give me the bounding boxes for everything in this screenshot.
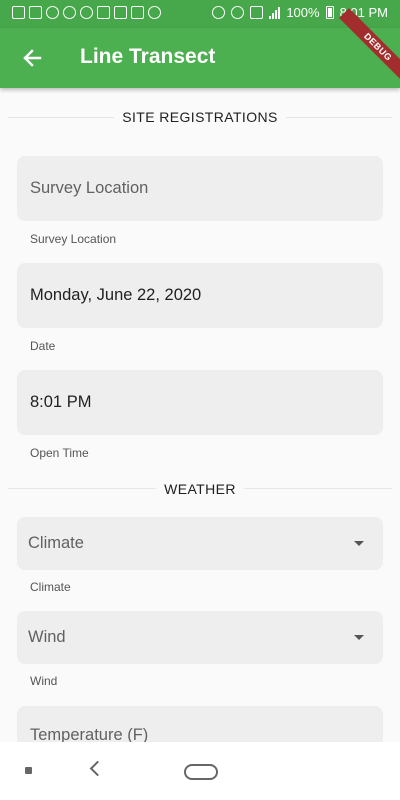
battery-percent: 100% [286, 5, 320, 20]
vowifi-icon [250, 6, 264, 19]
gallery-icon [12, 6, 25, 19]
climate-dropdown[interactable]: Climate [17, 517, 383, 570]
recents-icon[interactable] [25, 767, 32, 774]
section-title-site: SITE REGISTRATIONS [0, 109, 400, 125]
section-title-weather-text: WEATHER [156, 481, 244, 497]
system-nav-bar [0, 742, 400, 800]
system-status: 100% 8:01 PM [212, 5, 388, 20]
date-field[interactable]: Monday, June 22, 2020 [17, 263, 383, 328]
youtube-icon [97, 6, 110, 19]
dropdown-arrow-icon [354, 634, 364, 640]
wind-dropdown[interactable]: Wind [17, 611, 383, 664]
section-title-weather: WEATHER [0, 481, 400, 497]
open-time-helper: Open Time [30, 446, 89, 460]
open-time-value: 8:01 PM [30, 393, 92, 411]
section-title-site-text: SITE REGISTRATIONS [114, 109, 286, 125]
more-dots-icon [148, 6, 161, 19]
nav-back-icon[interactable] [89, 760, 106, 777]
sync-icon [63, 6, 76, 19]
b-icon [80, 6, 93, 19]
notification-icons [12, 6, 161, 19]
telegram-icon [29, 6, 42, 19]
arrow-back-icon [23, 49, 42, 67]
youtube-icon [131, 6, 144, 19]
page-title: Line Transect [80, 45, 216, 68]
date-value: Monday, June 22, 2020 [30, 286, 202, 304]
back-button[interactable] [16, 42, 48, 74]
alarm-icon [212, 6, 226, 19]
wind-placeholder: Wind [28, 628, 66, 646]
survey-location-helper: Survey Location [30, 232, 117, 246]
date-helper: Date [30, 339, 56, 353]
signal-icon [269, 6, 281, 19]
climate-placeholder: Climate [28, 534, 84, 552]
youtube-icon [114, 6, 127, 19]
survey-location-placeholder: Survey Location [30, 179, 149, 197]
battery-icon [325, 6, 334, 19]
open-time-field[interactable]: 8:01 PM [17, 370, 383, 435]
dropdown-arrow-icon [354, 540, 364, 546]
app-bar: Line Transect DEBUG [0, 8, 400, 88]
whatsapp-icon [46, 6, 59, 19]
home-icon[interactable] [184, 764, 218, 780]
climate-helper: Climate [30, 580, 71, 594]
status-bar: 100% 8:01 PM [0, 0, 400, 28]
wifi-icon [231, 6, 245, 19]
wind-helper: Wind [30, 674, 58, 688]
survey-location-field[interactable]: Survey Location [17, 156, 383, 221]
